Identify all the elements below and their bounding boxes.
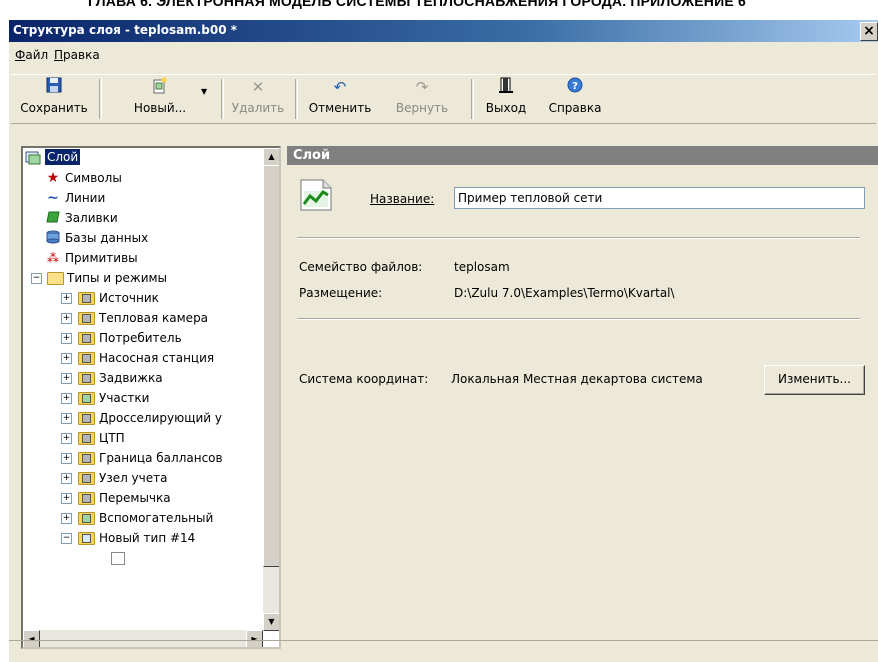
- file-family-label: Семейство файлов:: [299, 260, 423, 274]
- type-icon: [78, 452, 95, 465]
- subitem-icon: [111, 552, 125, 565]
- layer-name-input[interactable]: Пример тепловой сети: [454, 187, 865, 209]
- scroll-thumb[interactable]: [263, 165, 279, 567]
- expand-icon[interactable]: +: [61, 373, 72, 384]
- layer-icon: [25, 150, 41, 166]
- menu-edit[interactable]: Правка: [54, 48, 100, 62]
- new-button[interactable]: Новый... ▼: [105, 77, 215, 121]
- type-icon: [78, 312, 95, 325]
- star-icon: ★: [46, 170, 60, 186]
- toolbar: Сохранить Новый... ▼ ✕ Удалить ↶ Отменит…: [11, 74, 876, 124]
- coordinate-system-value: Локальная Местная декартова система: [451, 372, 703, 386]
- close-button[interactable]: ×: [860, 22, 878, 41]
- location-label: Размещение:: [299, 286, 383, 300]
- new-icon: [150, 77, 170, 97]
- dropdown-arrow-icon[interactable]: ▼: [201, 87, 207, 96]
- line-icon: ∼: [47, 190, 59, 206]
- coordinate-system-label: Система координат:: [299, 372, 429, 386]
- menu-file[interactable]: Файл: [15, 48, 48, 62]
- collapse-icon[interactable]: −: [61, 533, 72, 544]
- expand-icon[interactable]: +: [61, 513, 72, 524]
- title-bar[interactable]: Структура слоя - teplosam.b00 * ×: [9, 20, 878, 42]
- save-icon: [44, 77, 64, 97]
- location-value: D:\Zulu 7.0\Examples\Termo\Kvartal\: [454, 286, 675, 300]
- file-family-value: teplosam: [454, 260, 510, 274]
- help-icon: ?: [565, 77, 585, 97]
- layer-tree[interactable]: Слой ★ Символы ∼ Линии Заливки Базы данн…: [21, 146, 281, 649]
- expand-icon[interactable]: +: [61, 453, 72, 464]
- undo-icon: ↶: [333, 78, 347, 96]
- redo-button[interactable]: ↷ Вернуть: [383, 77, 461, 121]
- expand-icon[interactable]: +: [61, 493, 72, 504]
- expand-icon[interactable]: +: [61, 333, 72, 344]
- separator: [297, 318, 860, 320]
- vertical-scrollbar[interactable]: ▲ ▼: [263, 148, 279, 631]
- toolbar-separator: [471, 79, 474, 119]
- expand-icon[interactable]: +: [61, 293, 72, 304]
- undo-button[interactable]: ↶ Отменить: [301, 77, 379, 121]
- database-icon: [45, 230, 61, 246]
- type-icon: [78, 352, 95, 365]
- status-bar: [9, 640, 878, 662]
- expand-icon[interactable]: +: [61, 313, 72, 324]
- svg-text:?: ?: [572, 81, 578, 92]
- toolbar-separator: [99, 79, 102, 119]
- layer-structure-window: Структура слоя - teplosam.b00 * × Файл П…: [9, 20, 878, 662]
- folder-open-icon: [47, 272, 64, 285]
- layer-properties-panel: Слой Название: Пример тепловой сети Семе…: [287, 146, 878, 649]
- type-icon: [78, 492, 95, 505]
- save-button[interactable]: Сохранить: [15, 77, 93, 121]
- change-coordinate-system-button[interactable]: Изменить...: [764, 365, 865, 395]
- exit-button[interactable]: Выход: [475, 77, 537, 121]
- window-title: Структура слоя - teplosam.b00 *: [13, 23, 238, 37]
- document-header: ГЛАВА 6. ЭЛЕКТРОННАЯ МОДЕЛЬ СИСТЕМЫ ТЕПЛ…: [0, 0, 878, 20]
- type-icon: [78, 292, 95, 305]
- scroll-down-icon[interactable]: ▼: [263, 613, 279, 631]
- type-icon: [78, 332, 95, 345]
- delete-button[interactable]: ✕ Удалить: [225, 77, 291, 121]
- document-header-text: ГЛАВА 6. ЭЛЕКТРОННАЯ МОДЕЛЬ СИСТЕМЫ ТЕПЛ…: [88, 0, 746, 9]
- help-button[interactable]: ? Справка: [541, 77, 609, 121]
- layer-chart-icon: [299, 176, 333, 212]
- primitives-icon: ⁂: [47, 251, 59, 265]
- toolbar-separator: [295, 79, 298, 119]
- separator: [297, 237, 860, 239]
- menu-bar: Файл Правка: [9, 44, 878, 66]
- area-type-icon: [78, 532, 95, 545]
- fill-icon: [45, 210, 61, 226]
- scroll-up-icon[interactable]: ▲: [263, 148, 279, 166]
- expand-icon[interactable]: +: [61, 433, 72, 444]
- panel-header: Слой: [287, 146, 878, 165]
- expand-icon[interactable]: +: [61, 393, 72, 404]
- name-label: Название:: [370, 192, 435, 206]
- expand-icon[interactable]: +: [61, 473, 72, 484]
- exit-icon: [496, 77, 516, 97]
- type-icon: [78, 372, 95, 385]
- expand-icon[interactable]: +: [61, 353, 72, 364]
- collapse-icon[interactable]: −: [31, 273, 42, 284]
- linetype-icon: [78, 392, 95, 405]
- toolbar-separator: [221, 79, 224, 119]
- linetype-icon: [78, 512, 95, 525]
- type-icon: [78, 472, 95, 485]
- type-icon: [78, 412, 95, 425]
- delete-icon: ✕: [251, 78, 265, 96]
- expand-icon[interactable]: +: [61, 413, 72, 424]
- type-icon: [78, 432, 95, 445]
- redo-icon: ↷: [415, 78, 429, 96]
